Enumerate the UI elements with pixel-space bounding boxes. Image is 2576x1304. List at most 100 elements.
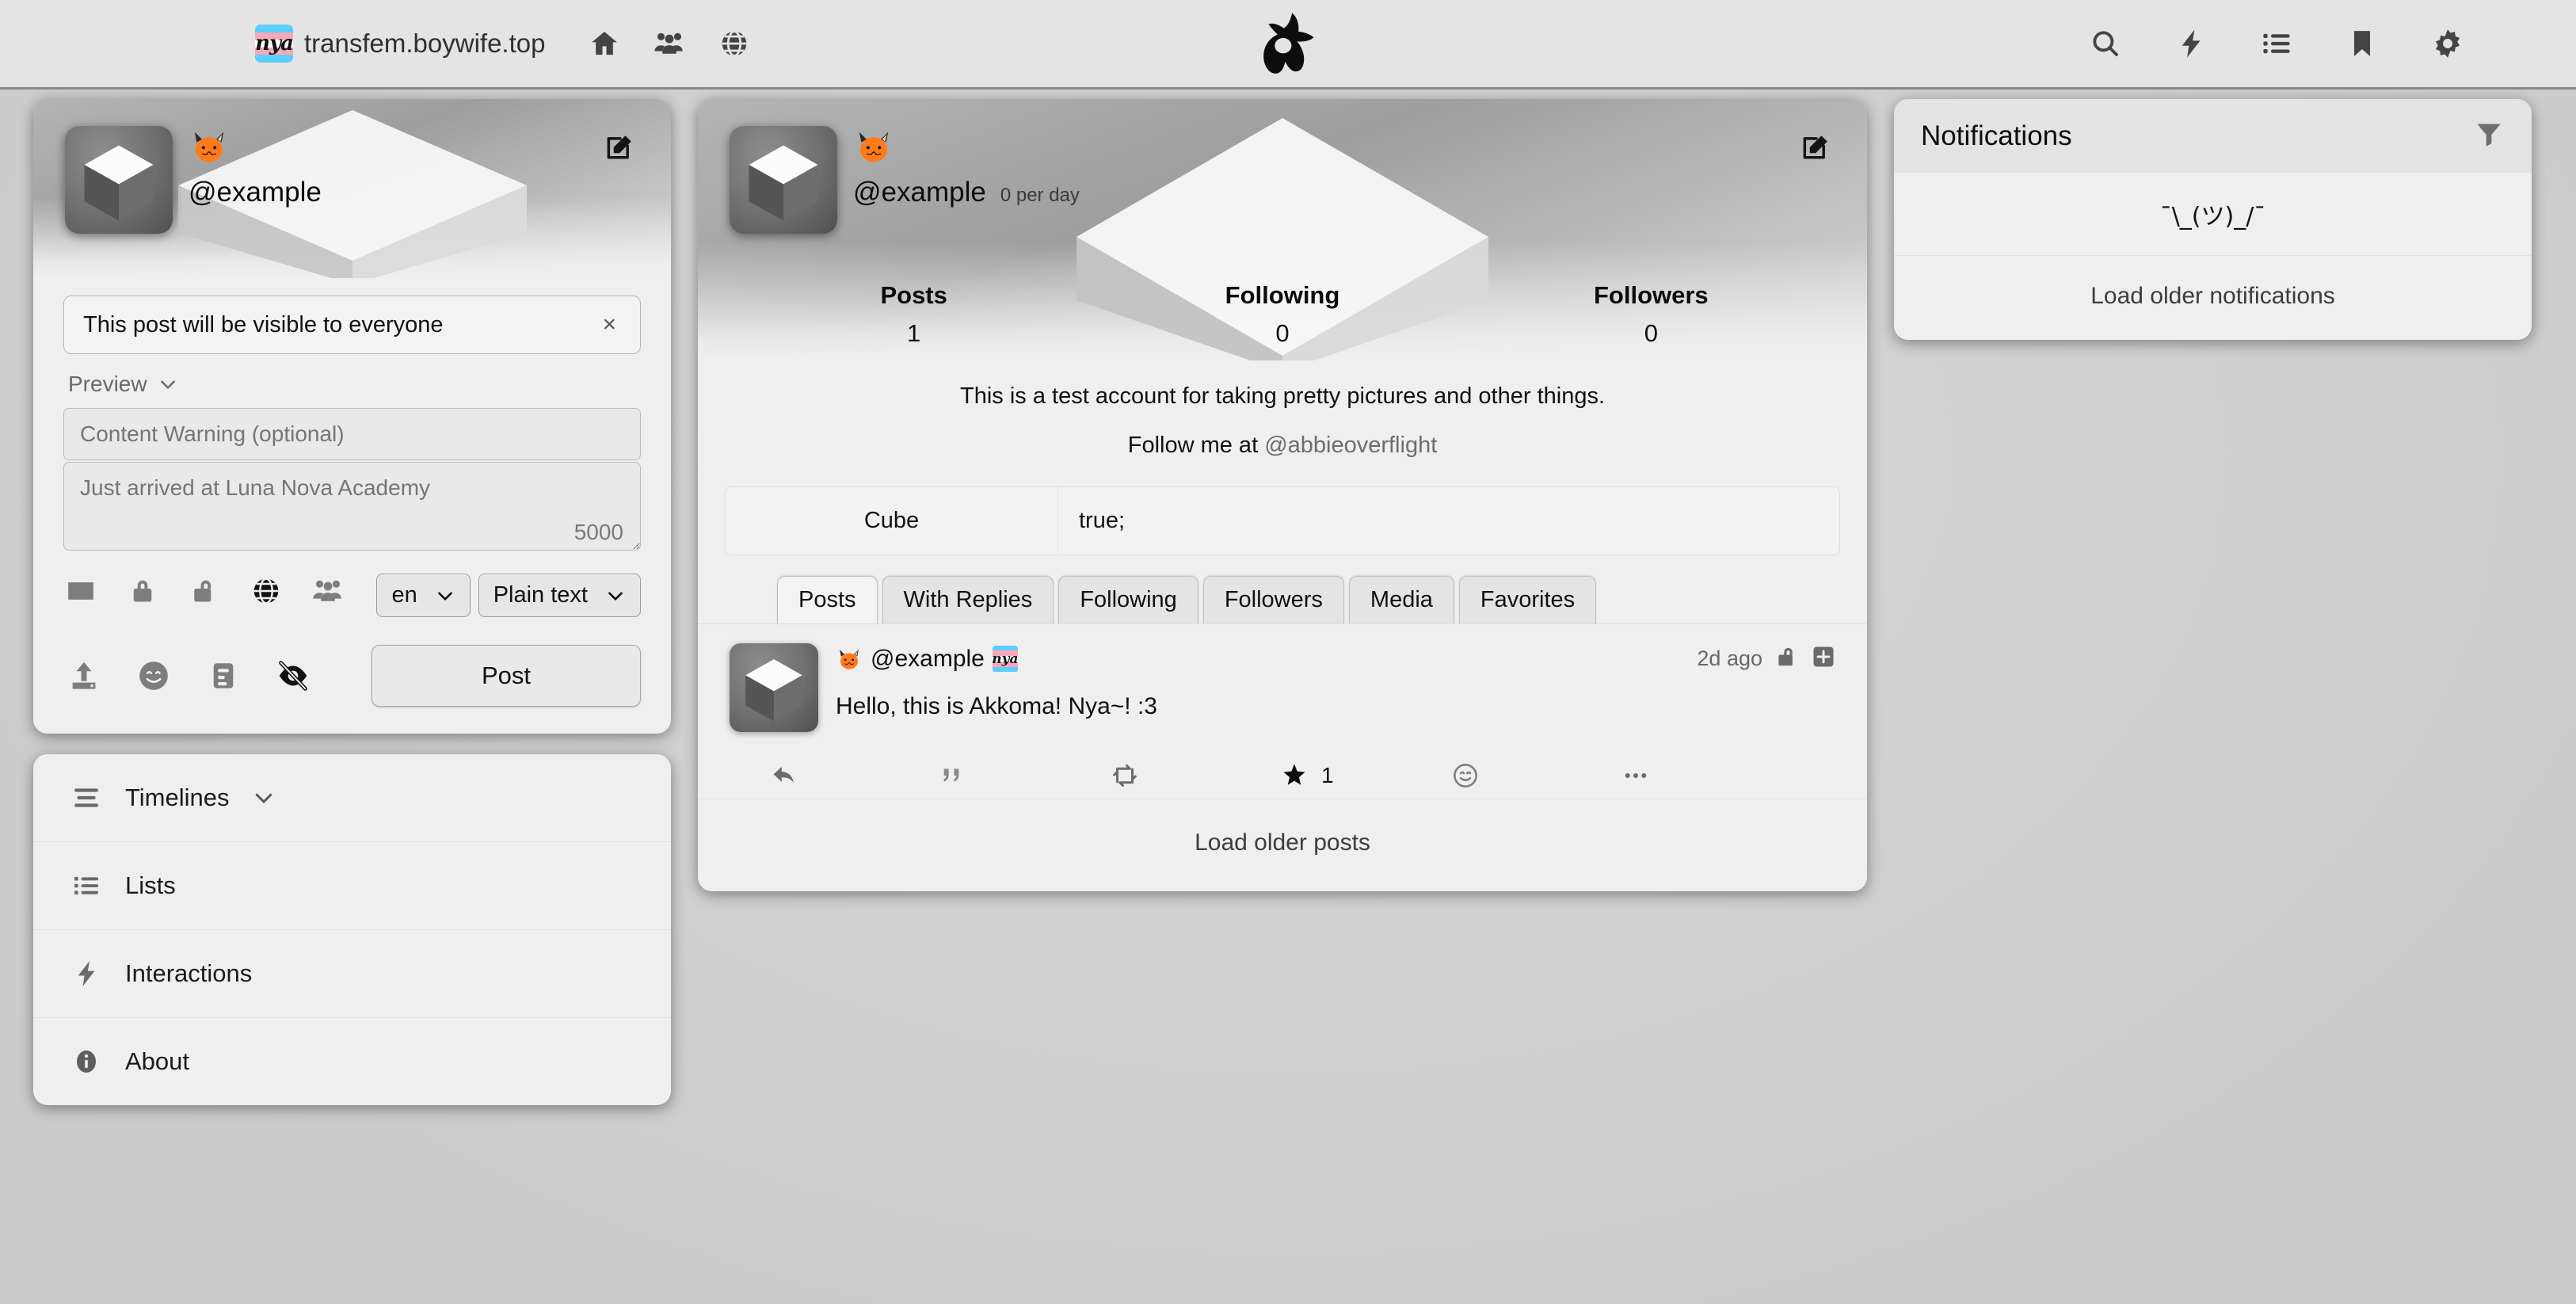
sidebar-item-lists[interactable]: Lists <box>33 842 671 930</box>
expand-icon[interactable] <box>1812 645 1835 673</box>
notifications-header: Notifications <box>1894 99 2532 173</box>
unlock-icon <box>1775 643 1799 674</box>
close-icon[interactable]: × <box>597 311 621 338</box>
upload-icon[interactable] <box>63 655 105 696</box>
stat-followers[interactable]: Followers 0 <box>1467 281 1835 348</box>
sidebar-item-label: Timelines <box>125 784 230 811</box>
preview-toggle[interactable]: Preview <box>68 372 641 397</box>
edit-profile-icon[interactable] <box>1799 129 1834 164</box>
tab-with-replies[interactable]: With Replies <box>882 576 1054 623</box>
chevron-down-icon <box>608 591 623 601</box>
stat-label: Posts <box>880 281 947 309</box>
tab-following[interactable]: Following <box>1058 576 1198 623</box>
profile-stats: Posts 1 Following 0 Followers 0 <box>698 281 1867 360</box>
akkoma-logo[interactable] <box>1252 7 1324 80</box>
notifications-title: Notifications <box>1921 120 2072 151</box>
profile-handle-row: @example 0 per day <box>853 177 1080 208</box>
star-icon[interactable]: 1 <box>1280 761 1450 790</box>
emoji-react-icon[interactable] <box>1450 761 1621 791</box>
post-item[interactable]: @example nya 2d ago Hello, this is Akkom… <box>698 623 1867 799</box>
format-select[interactable]: Plain text <box>478 574 641 617</box>
globe-icon[interactable] <box>712 21 756 66</box>
visibility-selector <box>63 574 349 624</box>
stat-value: 1 <box>907 319 921 347</box>
tab-favorites[interactable]: Favorites <box>1458 576 1597 623</box>
info-icon <box>70 1045 103 1078</box>
sidebar-item-interactions[interactable]: Interactions <box>33 930 671 1018</box>
more-icon[interactable] <box>1621 761 1791 791</box>
profile-field-name: Cube <box>726 487 1058 555</box>
post-author[interactable]: @example nya <box>836 645 1018 673</box>
language-select[interactable]: en <box>376 574 471 617</box>
tab-posts[interactable]: Posts <box>777 576 878 623</box>
sidebar-item-label: Interactions <box>125 959 253 987</box>
chevron-down-icon[interactable] <box>252 786 276 810</box>
group-icon[interactable] <box>647 21 692 66</box>
scope-notice-text: This post will be visible to everyone <box>83 311 444 337</box>
tab-media[interactable]: Media <box>1348 576 1454 623</box>
avatar[interactable] <box>65 126 173 234</box>
profile-identity: @example 0 per day <box>853 126 1080 208</box>
post-body-input[interactable] <box>63 462 641 551</box>
main-column: @example 0 per day Posts 1 Following 0 F… <box>698 99 1867 891</box>
envelope-icon[interactable] <box>63 574 98 608</box>
format-value: Plain text <box>493 582 588 608</box>
search-icon[interactable] <box>2083 21 2128 66</box>
lock-icon[interactable] <box>125 574 160 608</box>
post-timestamp[interactable]: 2d ago <box>1697 646 1762 671</box>
profile-field-value: true; <box>1079 508 1126 533</box>
site-emoji-label: nya <box>255 32 293 55</box>
poll-icon[interactable] <box>203 655 244 696</box>
avatar[interactable] <box>730 643 818 732</box>
gear-icon[interactable] <box>2425 21 2470 66</box>
tab-followers[interactable]: Followers <box>1202 576 1344 623</box>
profile-bio: This is a test account for taking pretty… <box>698 360 1867 466</box>
composer-options-row: en Plain text <box>63 574 641 624</box>
scope-notice: This post will be visible to everyone × <box>63 295 641 354</box>
stat-label: Following <box>1225 281 1340 309</box>
sidebar-item-timelines[interactable]: Timelines <box>33 754 671 842</box>
bookmark-icon[interactable] <box>2340 21 2384 66</box>
character-counter: 5000 <box>574 520 623 544</box>
load-older-posts-button[interactable]: Load older posts <box>698 799 1867 891</box>
post-button[interactable]: Post <box>372 645 641 707</box>
stat-following[interactable]: Following 0 <box>1098 281 1466 348</box>
group-icon[interactable] <box>311 574 345 608</box>
stat-posts[interactable]: Posts 1 <box>730 281 1098 348</box>
home-icon[interactable] <box>582 21 627 66</box>
post-text: Hello, this is Akkoma! Nya~! :3 <box>836 693 1157 719</box>
stat-value: 0 <box>1644 319 1658 347</box>
profile-banner: @example 0 per day Posts 1 Following 0 F… <box>698 99 1867 360</box>
profile-fields: Cube true; <box>725 486 1840 555</box>
sidebar-item-about[interactable]: About <box>33 1018 671 1105</box>
right-column: Notifications ¯\_(ツ)_/¯ Load older notif… <box>1894 99 2532 340</box>
repeat-icon[interactable] <box>1110 761 1280 791</box>
fox-emoji <box>194 132 224 162</box>
reply-icon[interactable] <box>769 761 939 791</box>
emoji-icon[interactable] <box>133 655 174 696</box>
top-bar: nya transfem.boywife.top <box>0 0 2576 90</box>
funnel-icon[interactable] <box>2473 118 2505 154</box>
composer-identity: @example <box>189 126 322 208</box>
load-older-notifications-button[interactable]: Load older notifications <box>1894 256 2532 340</box>
edit-profile-icon[interactable] <box>603 129 638 164</box>
bio-mention[interactable]: @abbieoverflight <box>1264 433 1437 458</box>
site-name[interactable]: transfem.boywife.top <box>304 29 545 59</box>
site-emoji-nya: nya <box>255 25 293 63</box>
unlock-icon[interactable] <box>187 574 222 608</box>
avatar[interactable] <box>730 126 837 234</box>
globe-icon[interactable] <box>249 574 284 608</box>
content-warning-input[interactable] <box>63 408 641 460</box>
eye-off-icon[interactable] <box>272 655 314 696</box>
composer-banner-row: @example <box>33 99 671 278</box>
chevron-down-icon <box>160 380 175 390</box>
lightning-icon[interactable] <box>2169 21 2213 66</box>
composer-handle[interactable]: @example <box>189 177 322 208</box>
quote-icon[interactable] <box>939 762 1110 789</box>
list-icon[interactable] <box>2254 21 2299 66</box>
preview-label: Preview <box>68 372 147 396</box>
composer-tools <box>63 655 314 696</box>
profile-handle[interactable]: @example <box>853 177 986 208</box>
bio-line-1: This is a test account for taking pretty… <box>959 383 1606 409</box>
lightning-icon <box>70 957 103 990</box>
